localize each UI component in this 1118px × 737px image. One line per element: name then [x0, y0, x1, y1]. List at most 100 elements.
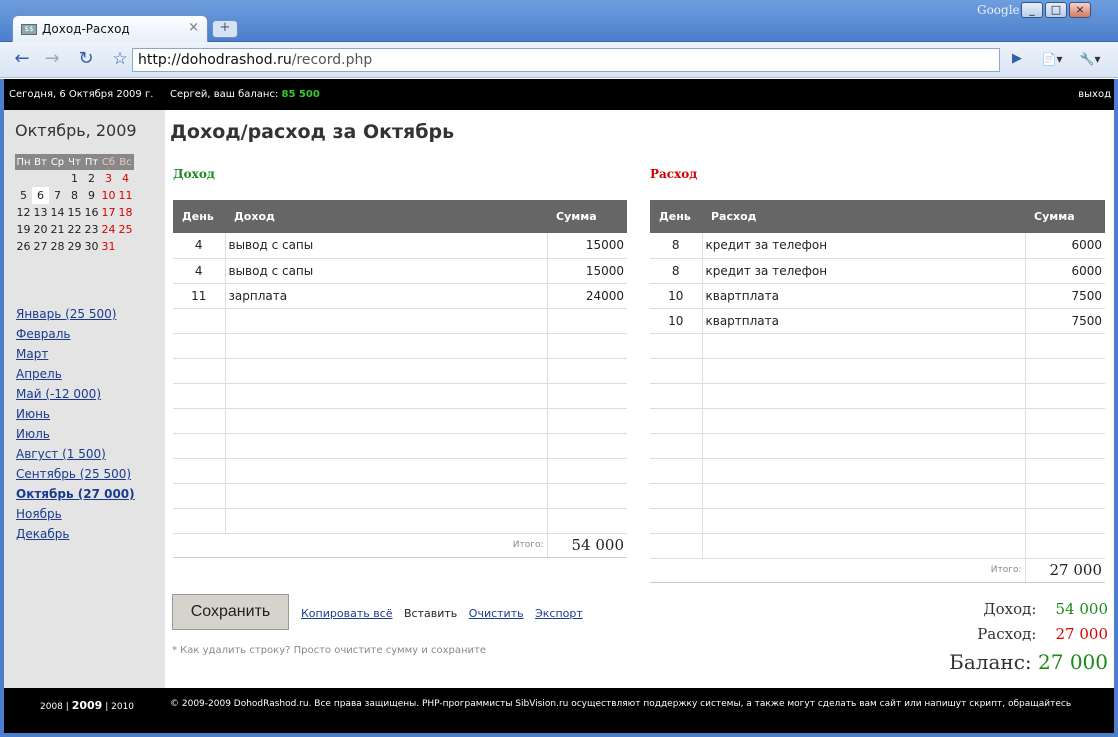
cell-sum[interactable]: 7500: [1025, 308, 1105, 334]
calendar-day[interactable]: 7: [49, 187, 66, 204]
cell-day[interactable]: [650, 333, 703, 359]
cell-name[interactable]: [702, 408, 1026, 434]
cell-sum[interactable]: [1025, 458, 1105, 484]
cell-sum[interactable]: [1025, 333, 1105, 359]
month-link[interactable]: Январь (25 500): [16, 307, 116, 321]
month-link[interactable]: Май (-12 000): [16, 387, 101, 401]
cell-sum[interactable]: 6000: [1025, 258, 1105, 284]
year-2009-current[interactable]: 2009: [72, 699, 103, 712]
calendar-day[interactable]: 27: [32, 238, 49, 255]
cell-sum[interactable]: [1025, 358, 1105, 384]
paste-text[interactable]: Вставить: [404, 607, 457, 620]
reload-icon[interactable]: ↻: [72, 48, 100, 72]
calendar-day[interactable]: 2: [83, 170, 100, 187]
calendar-day[interactable]: 9: [83, 187, 100, 204]
close-window-button[interactable]: ×: [1069, 2, 1091, 18]
calendar-day[interactable]: 17: [100, 204, 117, 221]
calendar-day[interactable]: 13: [32, 204, 49, 221]
month-link[interactable]: Ноябрь: [16, 507, 62, 521]
calendar-day[interactable]: 8: [66, 187, 83, 204]
calendar-day[interactable]: 29: [66, 238, 83, 255]
month-link[interactable]: Октябрь (27 000): [16, 487, 135, 501]
cell-day[interactable]: [650, 508, 703, 534]
page-menu-icon[interactable]: 📄▾: [1036, 48, 1068, 72]
calendar-day[interactable]: 20: [32, 221, 49, 238]
calendar-day[interactable]: 12: [15, 204, 32, 221]
cell-day[interactable]: 8: [650, 258, 703, 284]
calendar-day[interactable]: 28: [49, 238, 66, 255]
cell-day[interactable]: [650, 358, 703, 384]
cell-name[interactable]: [702, 383, 1026, 409]
cell-name[interactable]: [225, 358, 548, 384]
cell-name[interactable]: [225, 483, 548, 509]
cell-sum[interactable]: [1025, 383, 1105, 409]
cell-name[interactable]: [702, 358, 1026, 384]
cell-name[interactable]: [225, 308, 548, 334]
save-button[interactable]: Сохранить: [172, 594, 289, 630]
browser-tab[interactable]: $$ Доход-Расход ×: [12, 15, 208, 43]
cell-sum[interactable]: 24000: [547, 283, 627, 309]
cell-day[interactable]: 4: [173, 233, 226, 259]
cell-name[interactable]: [225, 383, 548, 409]
cell-day[interactable]: [650, 483, 703, 509]
calendar-day[interactable]: 23: [83, 221, 100, 238]
cell-name[interactable]: [225, 458, 548, 484]
minimize-button[interactable]: _: [1021, 2, 1043, 18]
calendar-day[interactable]: 30: [83, 238, 100, 255]
calendar-day[interactable]: 14: [49, 204, 66, 221]
logout-link[interactable]: выход: [1078, 89, 1111, 100]
cell-sum[interactable]: 15000: [547, 233, 627, 259]
cell-sum[interactable]: [547, 483, 627, 509]
calendar-day[interactable]: 19: [15, 221, 32, 238]
cell-sum[interactable]: [547, 433, 627, 459]
bookmark-star-icon[interactable]: ☆: [108, 48, 132, 72]
month-link[interactable]: Декабрь: [16, 527, 69, 541]
calendar-day[interactable]: 11: [117, 187, 134, 204]
tab-close-icon[interactable]: ×: [188, 20, 199, 35]
cell-name[interactable]: [702, 433, 1026, 459]
calendar-day[interactable]: 22: [66, 221, 83, 238]
calendar-day[interactable]: 31: [100, 238, 117, 255]
calendar-day[interactable]: 6: [32, 187, 49, 204]
cell-day[interactable]: [173, 483, 226, 509]
cell-day[interactable]: 8: [650, 233, 703, 259]
cell-sum[interactable]: [1025, 533, 1105, 559]
calendar-day[interactable]: 25: [117, 221, 134, 238]
cell-day[interactable]: [650, 383, 703, 409]
month-link[interactable]: Июль: [16, 427, 50, 441]
month-link[interactable]: Сентябрь (25 500): [16, 467, 131, 481]
calendar-day[interactable]: 1: [66, 170, 83, 187]
cell-day[interactable]: [650, 408, 703, 434]
year-2008-link[interactable]: 2008: [40, 702, 63, 712]
cell-day[interactable]: [173, 383, 226, 409]
cell-name[interactable]: [702, 508, 1026, 534]
cell-name[interactable]: [702, 458, 1026, 484]
calendar-day[interactable]: 10: [100, 187, 117, 204]
month-link[interactable]: Июнь: [16, 407, 50, 421]
cell-day[interactable]: [650, 458, 703, 484]
cell-day[interactable]: [173, 333, 226, 359]
cell-day[interactable]: 4: [173, 258, 226, 284]
cell-name[interactable]: [225, 433, 548, 459]
cell-name[interactable]: [702, 333, 1026, 359]
cell-sum[interactable]: [1025, 433, 1105, 459]
cell-sum[interactable]: [547, 408, 627, 434]
cell-name[interactable]: [702, 483, 1026, 509]
cell-day[interactable]: 10: [650, 308, 703, 334]
cell-name[interactable]: кредит за телефон: [702, 258, 1026, 284]
clear-link[interactable]: Очистить: [469, 607, 524, 620]
cell-sum[interactable]: 6000: [1025, 233, 1105, 259]
cell-sum[interactable]: 7500: [1025, 283, 1105, 309]
back-icon[interactable]: ←: [8, 48, 36, 72]
month-link[interactable]: Август (1 500): [16, 447, 106, 461]
cell-sum[interactable]: 15000: [547, 258, 627, 284]
calendar-day[interactable]: 15: [66, 204, 83, 221]
cell-day[interactable]: [173, 508, 226, 534]
export-link[interactable]: Экспорт: [535, 607, 583, 620]
month-link[interactable]: Апрель: [16, 367, 62, 381]
cell-name[interactable]: [225, 508, 548, 534]
calendar-day[interactable]: 26: [15, 238, 32, 255]
calendar-day[interactable]: 24: [100, 221, 117, 238]
address-bar[interactable]: http://dohodrashod.ru/record.php: [132, 48, 1000, 72]
cell-name[interactable]: [225, 408, 548, 434]
